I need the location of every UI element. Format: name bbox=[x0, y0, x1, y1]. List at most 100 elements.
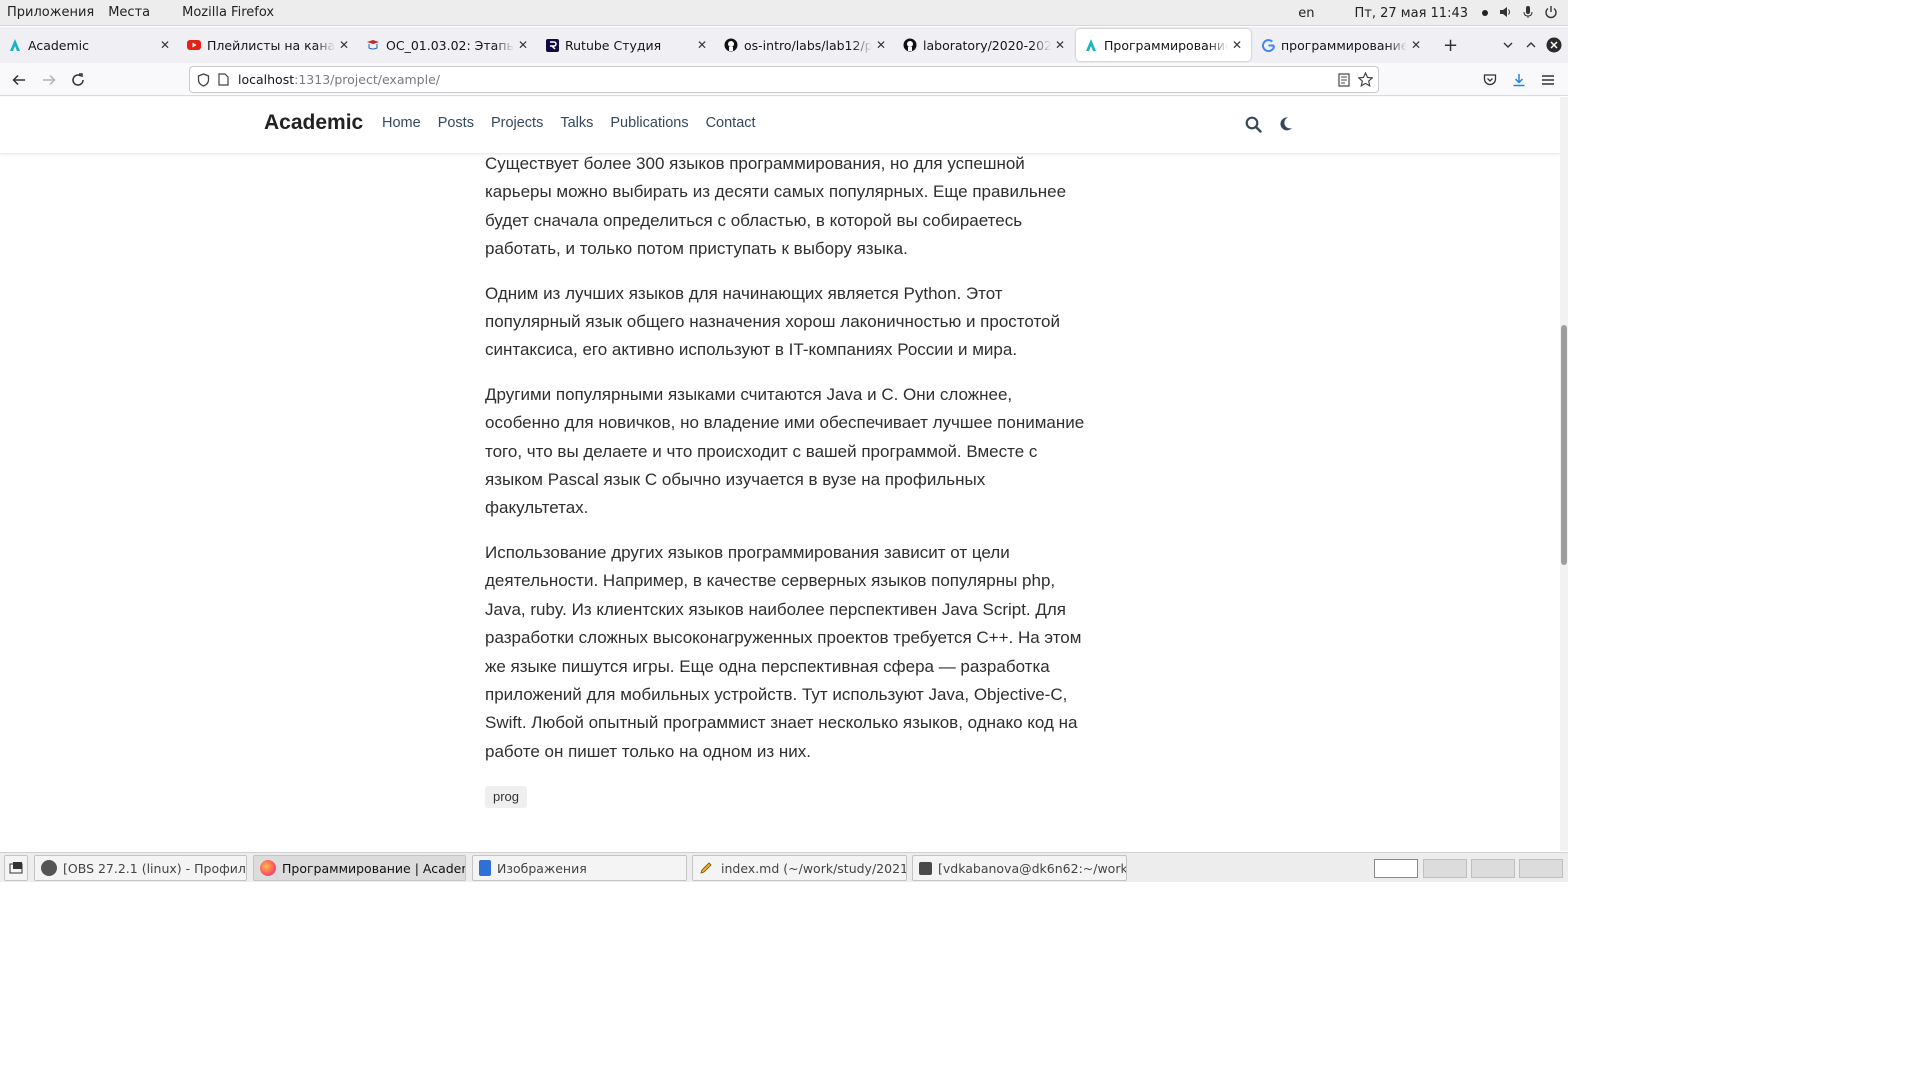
academic-icon bbox=[1084, 38, 1098, 52]
github-icon bbox=[724, 38, 738, 52]
recording-indicator-icon bbox=[1482, 10, 1488, 16]
taskbar-item-label: [vdkabanova@dk6n62:~/work/stu... bbox=[938, 860, 1127, 876]
tab-rutube[interactable]: Rutube Студия ✕ bbox=[537, 27, 716, 63]
tab-strip: Academic ✕ Плейлисты на канале - YouTube… bbox=[0, 27, 1568, 63]
workspace-3[interactable] bbox=[1471, 859, 1515, 878]
top-panel: Приложения Места Mozilla Firefox en Пт, … bbox=[0, 0, 1568, 26]
tab-course[interactable]: ОС_01.03.02: Этапы реализации ✕ bbox=[358, 27, 537, 63]
taskbar-item-label: [OBS 27.2.1 (linux) - Профиль: Бе... bbox=[63, 860, 246, 876]
pocket-icon[interactable] bbox=[1479, 69, 1501, 91]
tab-close-icon[interactable]: ✕ bbox=[697, 38, 707, 52]
article-paragraph: Другими популярными языками считаются Ja… bbox=[485, 384, 1085, 518]
tab-close-icon[interactable]: ✕ bbox=[876, 38, 886, 52]
pencil-icon bbox=[699, 860, 715, 876]
page-scrollbar-thumb[interactable] bbox=[1561, 325, 1567, 565]
taskbar-item-label: Изображения bbox=[497, 860, 587, 876]
minimize-window-icon[interactable] bbox=[1525, 27, 1537, 63]
taskbar-item-terminal[interactable]: [vdkabanova@dk6n62:~/work/stu... bbox=[912, 855, 1127, 881]
nav-link-talks[interactable]: Talks bbox=[560, 115, 593, 131]
volume-icon[interactable] bbox=[1498, 5, 1512, 22]
active-app-name[interactable]: Mozilla Firefox bbox=[175, 5, 281, 20]
taskbar: [OBS 27.2.1 (linux) - Профиль: Бе... Про… bbox=[0, 852, 1568, 882]
rutube-icon bbox=[545, 38, 559, 52]
google-icon bbox=[1261, 38, 1275, 52]
site-brand[interactable]: Academic bbox=[264, 111, 363, 135]
close-window-icon[interactable] bbox=[1546, 27, 1562, 63]
taskbar-item-label: Программирование | Academic ... bbox=[282, 860, 465, 876]
tab-close-icon[interactable]: ✕ bbox=[1055, 38, 1065, 52]
nav-link-home[interactable]: Home bbox=[382, 115, 421, 131]
article-tag[interactable]: prog bbox=[485, 786, 528, 809]
workspace-2[interactable] bbox=[1423, 859, 1467, 878]
article-paragraph: Одним из лучших языков для начинающих яв… bbox=[485, 283, 1061, 360]
hamburger-menu-icon[interactable] bbox=[1537, 69, 1559, 91]
applications-menu[interactable]: Приложения bbox=[0, 5, 101, 20]
tab-youtube[interactable]: Плейлисты на канале - YouTube ✕ bbox=[179, 27, 358, 63]
terminal-icon bbox=[919, 861, 932, 875]
taskbar-item-label: index.md (~/work/study/2021-202... bbox=[721, 860, 907, 876]
tab-github-presentation[interactable]: os-intro/labs/lab12/presentation ✕ bbox=[716, 27, 895, 63]
nav-link-publications[interactable]: Publications bbox=[610, 115, 688, 131]
taskbar-item-text-editor[interactable]: index.md (~/work/study/2021-202... bbox=[692, 855, 907, 881]
address-bar[interactable]: localhost:1313/project/example/ bbox=[189, 66, 1379, 93]
keyboard-layout[interactable]: en bbox=[1298, 6, 1314, 21]
new-tab-icon[interactable]: + bbox=[1443, 27, 1458, 63]
tab-close-icon[interactable]: ✕ bbox=[160, 38, 170, 52]
tab-close-icon[interactable]: ✕ bbox=[1411, 38, 1421, 52]
power-icon[interactable] bbox=[1544, 5, 1558, 22]
page-info-icon[interactable] bbox=[218, 73, 229, 86]
youtube-icon bbox=[187, 38, 201, 52]
reader-view-icon[interactable] bbox=[1338, 73, 1350, 87]
url-path: :1313/project/example/ bbox=[294, 72, 440, 87]
tab-close-icon[interactable]: ✕ bbox=[339, 38, 349, 52]
tab-google-search[interactable]: программирование – Google ✕ bbox=[1253, 27, 1430, 63]
site-nav: Home Posts Projects Talks Publications C… bbox=[382, 115, 773, 131]
tab-title: Программирование | Academic bbox=[1104, 37, 1228, 53]
tab-title: Academic bbox=[28, 37, 90, 53]
nav-link-projects[interactable]: Projects bbox=[491, 115, 543, 131]
taskbar-item-obs[interactable]: [OBS 27.2.1 (linux) - Профиль: Бе... bbox=[34, 855, 247, 881]
obs-icon bbox=[41, 860, 57, 876]
bookmark-star-icon[interactable] bbox=[1358, 72, 1373, 87]
url-host: localhost bbox=[238, 72, 295, 87]
article-paragraph: Использование других языков программиров… bbox=[485, 542, 1082, 761]
dark-mode-moon-icon[interactable] bbox=[1278, 116, 1293, 132]
show-desktop-button[interactable] bbox=[4, 855, 28, 881]
tab-title: laboratory/2020-2021/OS bbox=[923, 37, 1051, 53]
places-menu[interactable]: Места bbox=[101, 5, 157, 20]
nav-link-contact[interactable]: Contact bbox=[706, 115, 756, 131]
workspace-1[interactable] bbox=[1374, 859, 1418, 878]
file-manager-icon bbox=[479, 860, 491, 876]
list-all-tabs-icon[interactable] bbox=[1502, 27, 1514, 63]
tab-title: программирование – Google bbox=[1281, 37, 1407, 53]
workspace-4[interactable] bbox=[1519, 859, 1563, 878]
tab-academic[interactable]: Academic ✕ bbox=[0, 27, 179, 63]
github-icon bbox=[903, 38, 917, 52]
tab-title: Rutube Студия bbox=[565, 37, 662, 53]
reload-icon[interactable] bbox=[67, 69, 89, 91]
clock[interactable]: Пт, 27 мая 11:43 bbox=[1355, 6, 1468, 21]
tracking-protection-shield-icon[interactable] bbox=[197, 72, 210, 87]
taskbar-item-firefox[interactable]: Программирование | Academic ... bbox=[253, 855, 466, 881]
article-paragraph: Существует более 300 языков программиров… bbox=[485, 154, 1067, 259]
taskbar-item-images[interactable]: Изображения bbox=[472, 855, 687, 881]
firefox-icon bbox=[260, 860, 276, 876]
search-icon[interactable] bbox=[1245, 116, 1262, 133]
tab-programming-active[interactable]: Программирование | Academic ✕ bbox=[1076, 29, 1251, 61]
course-icon bbox=[366, 38, 380, 52]
forward-arrow-icon[interactable] bbox=[38, 69, 60, 91]
tab-github-laboratory[interactable]: laboratory/2020-2021/OS ✕ bbox=[895, 27, 1074, 63]
tab-title: os-intro/labs/lab12/presentation bbox=[744, 37, 872, 53]
downloads-icon[interactable] bbox=[1508, 69, 1530, 91]
tab-title: ОС_01.03.02: Этапы реализации bbox=[386, 37, 514, 53]
microphone-icon[interactable] bbox=[1522, 5, 1534, 22]
tab-close-icon[interactable]: ✕ bbox=[1232, 38, 1242, 52]
navigation-toolbar: localhost:1313/project/example/ bbox=[0, 63, 1568, 96]
back-arrow-icon[interactable] bbox=[8, 69, 30, 91]
academic-icon bbox=[8, 38, 22, 52]
article-body: Существует более 300 языков программиров… bbox=[485, 150, 1085, 811]
nav-link-posts[interactable]: Posts bbox=[438, 115, 474, 131]
tab-close-icon[interactable]: ✕ bbox=[518, 38, 528, 52]
tab-title: Плейлисты на канале - YouTube bbox=[207, 37, 335, 53]
site-header: Academic Home Posts Projects Talks Publi… bbox=[0, 97, 1560, 153]
